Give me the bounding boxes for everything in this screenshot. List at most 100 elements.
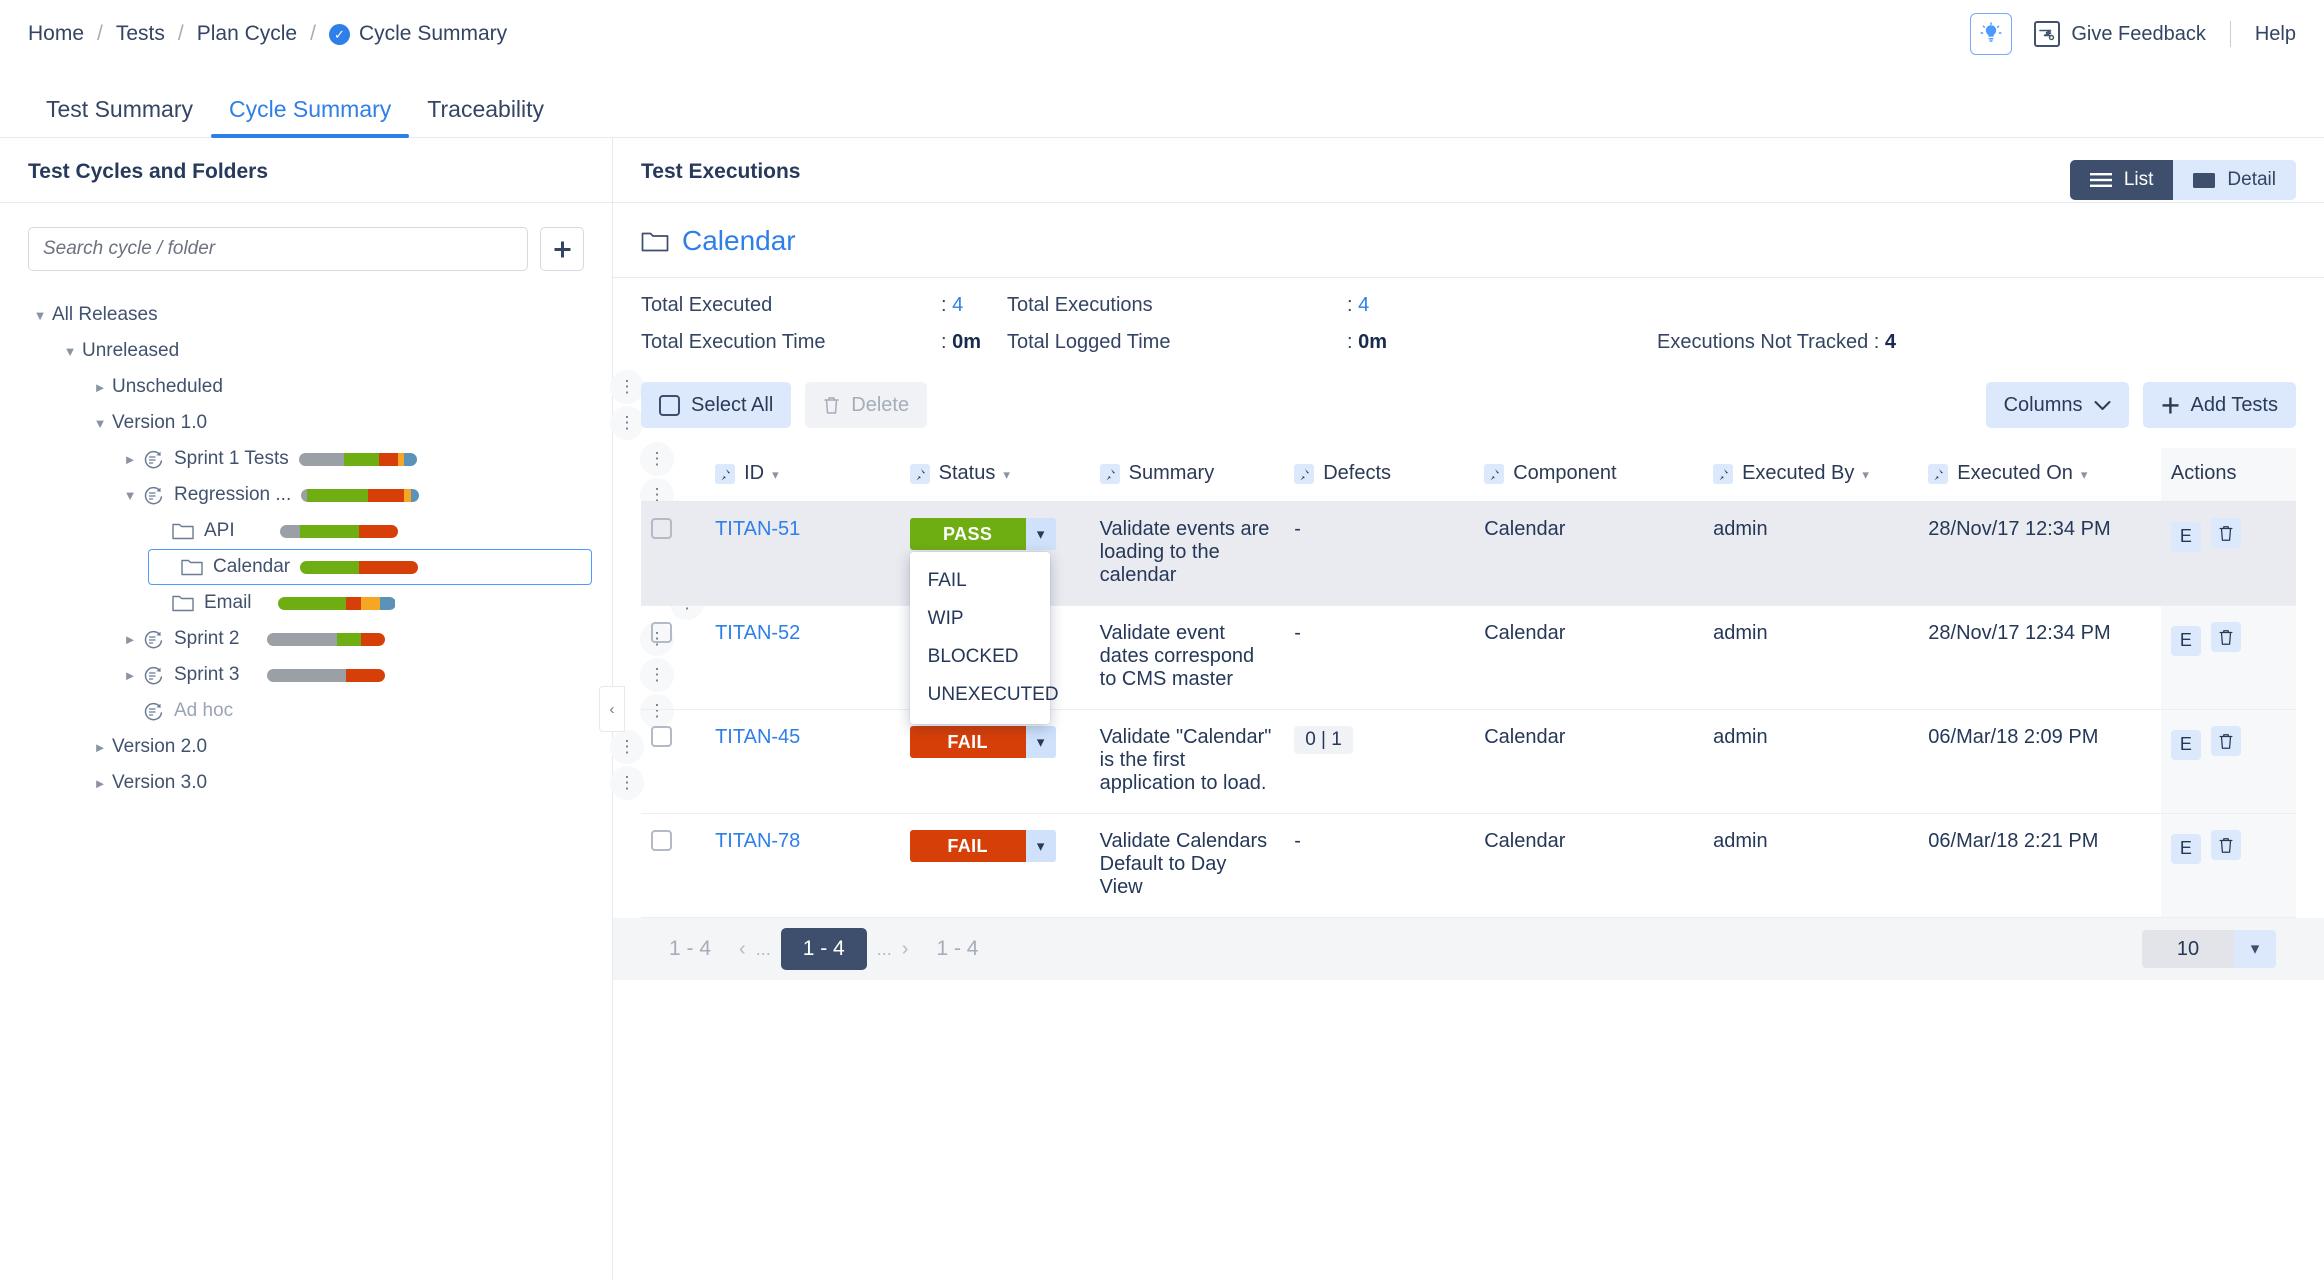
status-dropdown-menu[interactable]: FAIL WIP BLOCKED UNEXECUTED: [909, 552, 1059, 724]
give-feedback-button[interactable]: Give Feedback: [2034, 21, 2206, 47]
breadcrumb-item-home[interactable]: Home: [28, 22, 84, 46]
status-control[interactable]: PASS ▾ FAIL WIP BLOCKED UNEXECUTED: [909, 518, 1080, 724]
tree-item-regression[interactable]: ▼ Regression ... ⋮: [118, 477, 674, 513]
row-select-cell[interactable]: [641, 709, 706, 814]
row-select-cell[interactable]: [641, 605, 706, 710]
sidebar-collapse-handle[interactable]: ‹: [599, 686, 625, 732]
tree-item-email[interactable]: ►Email⋮: [148, 585, 704, 621]
status-chevron-down-icon[interactable]: ▾: [1025, 830, 1056, 862]
header-executed-on[interactable]: Executed On ▾: [1918, 448, 2161, 502]
status-option-wip[interactable]: WIP: [910, 600, 1050, 638]
tree-item-unreleased[interactable]: ▼ Unreleased: [58, 333, 584, 369]
caret-down-icon[interactable]: ▼: [118, 488, 142, 503]
columns-button[interactable]: Columns: [1985, 382, 2129, 428]
tab-cycle-summary[interactable]: Cycle Summary: [210, 96, 410, 138]
tree-item-unscheduled[interactable]: ► Unscheduled ⋮: [88, 369, 644, 405]
view-toggle-list[interactable]: List: [2069, 160, 2174, 200]
status-control[interactable]: FAIL ▾: [909, 726, 1080, 758]
caret-right-icon[interactable]: ►: [88, 380, 112, 395]
test-id-link[interactable]: TITAN-51: [715, 518, 800, 540]
edit-execution-button[interactable]: E: [2170, 729, 2201, 760]
cell-id[interactable]: TITAN-52: [705, 605, 900, 710]
edit-execution-button[interactable]: E: [2170, 521, 2201, 552]
table-row[interactable]: TITAN-52 Validate event dates correspond …: [641, 605, 2296, 710]
defect-count-badge[interactable]: 0 | 1: [1294, 726, 1353, 754]
caret-down-icon[interactable]: ▼: [28, 308, 52, 323]
add-tests-button[interactable]: Add Tests: [2142, 382, 2296, 428]
select-all-button[interactable]: Select All: [641, 382, 792, 428]
tree-item-sprint-2[interactable]: ► Sprint 2 ⋮: [118, 621, 674, 657]
row-select-cell[interactable]: [641, 501, 706, 606]
table-row[interactable]: TITAN-78 FAIL ▾ Validate Calendars Default …: [641, 813, 2296, 918]
lightbulb-tips-button[interactable]: [1970, 13, 2013, 55]
header-status[interactable]: Status ▾: [899, 448, 1090, 502]
add-cycle-button[interactable]: [540, 227, 584, 271]
caret-down-icon[interactable]: ▼: [88, 416, 112, 431]
status-badge[interactable]: FAIL: [909, 726, 1026, 758]
row-checkbox[interactable]: [651, 622, 672, 643]
table-row[interactable]: TITAN-51 PASS ▾ FAIL WIP BLOCKED UNEXECUTED Val…: [641, 501, 2296, 724]
caret-right-icon[interactable]: ►: [118, 668, 142, 683]
page-size-chevron-down-icon[interactable]: ▾: [2234, 930, 2276, 968]
tree-item-version-1-0[interactable]: ▼ Version 1.0 ⋮: [88, 405, 644, 441]
test-id-link[interactable]: TITAN-78: [715, 830, 800, 852]
status-control[interactable]: FAIL ▾: [909, 830, 1080, 862]
edit-execution-button[interactable]: E: [2170, 625, 2201, 656]
row-checkbox[interactable]: [651, 518, 672, 539]
folder-name[interactable]: Calendar: [682, 225, 796, 257]
header-executed-by[interactable]: Executed By ▾: [1703, 448, 1919, 502]
tree-item-calendar[interactable]: ►Calendar⋮: [148, 549, 711, 585]
tree-item-api[interactable]: ►API⋮: [148, 513, 704, 549]
pagination-prev-button[interactable]: ‹: [739, 938, 746, 961]
chevron-down-icon[interactable]: ▾: [1003, 467, 1010, 482]
status-chevron-down-icon[interactable]: ▾: [1025, 726, 1056, 758]
status-badge[interactable]: FAIL: [909, 830, 1026, 862]
header-defects[interactable]: Defects: [1284, 448, 1475, 502]
status-badge[interactable]: PASS: [909, 518, 1026, 550]
delete-execution-button[interactable]: [2210, 726, 2241, 756]
header-id[interactable]: ID ▾: [705, 448, 900, 502]
cell-status[interactable]: FAIL ▾: [899, 709, 1090, 814]
cell-id[interactable]: TITAN-78: [705, 813, 900, 918]
tree-item-sprint-3[interactable]: ► Sprint 3 ⋮: [118, 657, 674, 693]
tree-item-version-3-0[interactable]: ► Version 3.0 ⋮: [88, 765, 644, 801]
tree-item-version-2-0[interactable]: ► Version 2.0 ⋮: [88, 729, 644, 765]
tree-item-sprint-1-tests[interactable]: ► Sprint 1 Tests ⋮: [118, 441, 674, 477]
header-summary[interactable]: Summary: [1089, 448, 1285, 502]
chevron-down-icon[interactable]: ▾: [1862, 467, 1869, 482]
status-option-blocked[interactable]: BLOCKED: [910, 638, 1050, 676]
tab-traceability[interactable]: Traceability: [409, 96, 562, 137]
tree-item-ad-hoc[interactable]: ►Ad hoc⋮: [118, 693, 674, 729]
cell-id[interactable]: TITAN-45: [705, 709, 900, 814]
cell-id[interactable]: TITAN-51: [705, 501, 900, 606]
edit-execution-button[interactable]: E: [2170, 833, 2201, 864]
status-chevron-down-icon[interactable]: ▾: [1025, 518, 1056, 550]
row-checkbox[interactable]: [651, 830, 672, 851]
status-option-fail[interactable]: FAIL: [910, 562, 1050, 600]
tab-test-summary[interactable]: Test Summary: [28, 96, 211, 137]
caret-right-icon[interactable]: ►: [88, 740, 112, 755]
cell-status[interactable]: PASS ▾ FAIL WIP BLOCKED UNEXECUTED: [899, 501, 1090, 724]
pagination-next-button[interactable]: ›: [902, 938, 909, 961]
breadcrumb-item-tests[interactable]: Tests: [116, 22, 165, 46]
test-id-link[interactable]: TITAN-52: [715, 622, 800, 644]
chevron-down-icon[interactable]: ▾: [772, 467, 779, 482]
caret-right-icon[interactable]: ►: [118, 452, 142, 467]
breadcrumb-item-plan-cycle[interactable]: Plan Cycle: [197, 22, 297, 46]
pagination-current-page[interactable]: 1 - 4: [780, 928, 867, 970]
row-checkbox[interactable]: [651, 726, 672, 747]
header-component[interactable]: Component: [1474, 448, 1704, 502]
cell-status[interactable]: FAIL ▾: [899, 813, 1090, 918]
delete-execution-button[interactable]: [2210, 830, 2241, 860]
cell-defects[interactable]: 0 | 1: [1284, 709, 1475, 814]
delete-button[interactable]: Delete: [805, 382, 928, 428]
delete-execution-button[interactable]: [2210, 518, 2241, 548]
delete-execution-button[interactable]: [2210, 622, 2241, 652]
help-link[interactable]: Help: [2255, 23, 2296, 46]
caret-right-icon[interactable]: ►: [88, 776, 112, 791]
caret-down-icon[interactable]: ▼: [58, 344, 82, 359]
chevron-down-icon[interactable]: ▾: [2081, 467, 2088, 482]
tree-item-all-releases[interactable]: ▼ All Releases: [28, 297, 584, 333]
view-toggle-detail[interactable]: Detail: [2173, 160, 2296, 200]
status-option-unexecuted[interactable]: UNEXECUTED: [910, 676, 1059, 714]
